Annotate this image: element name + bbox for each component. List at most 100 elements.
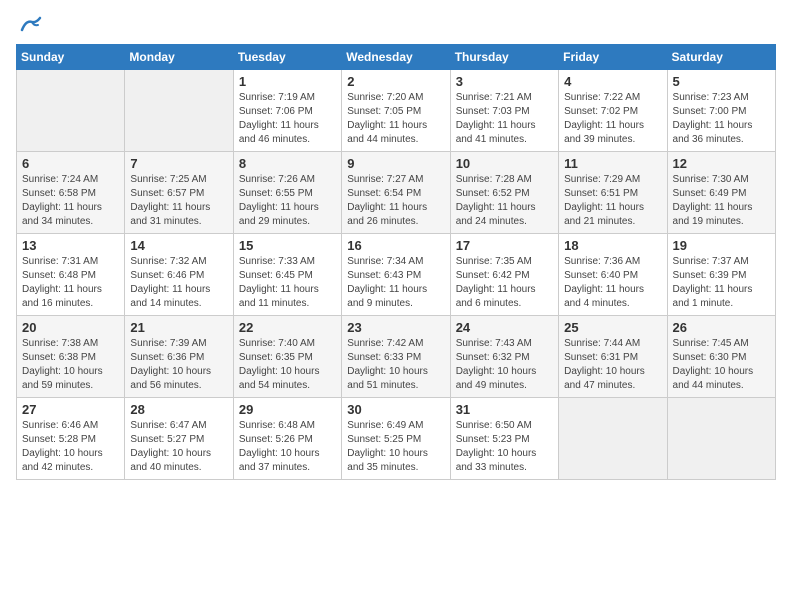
day-info: Sunrise: 7:22 AMSunset: 7:02 PMDaylight:… bbox=[564, 92, 644, 145]
day-info: Sunrise: 7:29 AMSunset: 6:51 PMDaylight:… bbox=[564, 174, 644, 227]
calendar-cell: 27 Sunrise: 6:46 AMSunset: 5:28 PMDayligh… bbox=[17, 398, 125, 480]
calendar-cell: 17 Sunrise: 7:35 AMSunset: 6:42 PMDayligh… bbox=[450, 234, 558, 316]
day-number: 26 bbox=[673, 320, 770, 335]
day-number: 6 bbox=[22, 156, 119, 171]
calendar-cell: 14Sunrise: 7:32 AMSunset: 6:46 PMDayligh… bbox=[125, 234, 233, 316]
calendar-cell: 7 Sunrise: 7:25 AMSunset: 6:57 PMDaylight… bbox=[125, 152, 233, 234]
day-info: Sunrise: 7:31 AMSunset: 6:48 PMDaylight:… bbox=[22, 256, 102, 309]
calendar-cell: 25 Sunrise: 7:44 AMSunset: 6:31 PMDayligh… bbox=[559, 316, 667, 398]
day-number: 16 bbox=[347, 238, 444, 253]
calendar-cell bbox=[125, 70, 233, 152]
calendar-week-row: 6 Sunrise: 7:24 AMSunset: 6:58 PMDaylight… bbox=[17, 152, 776, 234]
calendar-cell: 11 Sunrise: 7:29 AMSunset: 6:51 PMDayligh… bbox=[559, 152, 667, 234]
calendar-cell bbox=[17, 70, 125, 152]
day-info: Sunrise: 7:44 AMSunset: 6:31 PMDaylight:… bbox=[564, 338, 645, 391]
day-number: 20 bbox=[22, 320, 119, 335]
day-number: 24 bbox=[456, 320, 553, 335]
calendar-cell: 22 Sunrise: 7:40 AMSunset: 6:35 PMDayligh… bbox=[233, 316, 341, 398]
day-info: Sunrise: 7:24 AMSunset: 6:58 PMDaylight:… bbox=[22, 174, 102, 227]
calendar-cell: 6 Sunrise: 7:24 AMSunset: 6:58 PMDaylight… bbox=[17, 152, 125, 234]
day-number: 11 bbox=[564, 156, 661, 171]
day-info: Sunrise: 6:47 AMSunset: 5:27 PMDaylight:… bbox=[130, 420, 211, 473]
day-info: Sunrise: 7:27 AMSunset: 6:54 PMDaylight:… bbox=[347, 174, 427, 227]
day-info: Sunrise: 7:26 AMSunset: 6:55 PMDaylight:… bbox=[239, 174, 319, 227]
calendar-cell: 3 Sunrise: 7:21 AMSunset: 7:03 PMDaylight… bbox=[450, 70, 558, 152]
day-header-tuesday: Tuesday bbox=[233, 45, 341, 70]
day-info: Sunrise: 7:40 AMSunset: 6:35 PMDaylight:… bbox=[239, 338, 320, 391]
calendar-table: SundayMondayTuesdayWednesdayThursdayFrid… bbox=[16, 44, 776, 480]
day-info: Sunrise: 7:28 AMSunset: 6:52 PMDaylight:… bbox=[456, 174, 536, 227]
day-info: Sunrise: 7:42 AMSunset: 6:33 PMDaylight:… bbox=[347, 338, 428, 391]
day-number: 22 bbox=[239, 320, 336, 335]
calendar-cell: 29 Sunrise: 6:48 AMSunset: 5:26 PMDayligh… bbox=[233, 398, 341, 480]
day-number: 13 bbox=[22, 238, 119, 253]
calendar-cell: 12Sunrise: 7:30 AMSunset: 6:49 PMDayligh… bbox=[667, 152, 775, 234]
day-header-monday: Monday bbox=[125, 45, 233, 70]
day-number: 1 bbox=[239, 74, 336, 89]
day-number: 15 bbox=[239, 238, 336, 253]
day-number: 25 bbox=[564, 320, 661, 335]
day-number: 9 bbox=[347, 156, 444, 171]
calendar-cell: 24 Sunrise: 7:43 AMSunset: 6:32 PMDayligh… bbox=[450, 316, 558, 398]
day-number: 19 bbox=[673, 238, 770, 253]
day-number: 8 bbox=[239, 156, 336, 171]
calendar-cell bbox=[667, 398, 775, 480]
day-info: Sunrise: 7:25 AMSunset: 6:57 PMDaylight:… bbox=[130, 174, 210, 227]
calendar-cell: 15 Sunrise: 7:33 AMSunset: 6:45 PMDayligh… bbox=[233, 234, 341, 316]
calendar-week-row: 20Sunrise: 7:38 AMSunset: 6:38 PMDayligh… bbox=[17, 316, 776, 398]
calendar-cell: 23Sunrise: 7:42 AMSunset: 6:33 PMDayligh… bbox=[342, 316, 450, 398]
day-info: Sunrise: 7:45 AMSunset: 6:30 PMDaylight:… bbox=[673, 338, 754, 391]
day-info: Sunrise: 6:49 AMSunset: 5:25 PMDaylight:… bbox=[347, 420, 428, 473]
calendar-cell: 26 Sunrise: 7:45 AMSunset: 6:30 PMDayligh… bbox=[667, 316, 775, 398]
calendar-week-row: 13 Sunrise: 7:31 AMSunset: 6:48 PMDayligh… bbox=[17, 234, 776, 316]
day-info: Sunrise: 7:23 AMSunset: 7:00 PMDaylight:… bbox=[673, 92, 753, 145]
day-number: 29 bbox=[239, 402, 336, 417]
day-info: Sunrise: 7:21 AMSunset: 7:03 PMDaylight:… bbox=[456, 92, 536, 145]
day-number: 17 bbox=[456, 238, 553, 253]
day-number: 4 bbox=[564, 74, 661, 89]
day-info: Sunrise: 6:46 AMSunset: 5:28 PMDaylight:… bbox=[22, 420, 103, 473]
day-info: Sunrise: 6:48 AMSunset: 5:26 PMDaylight:… bbox=[239, 420, 320, 473]
day-info: Sunrise: 7:20 AMSunset: 7:05 PMDaylight:… bbox=[347, 92, 427, 145]
calendar-cell: 10Sunrise: 7:28 AMSunset: 6:52 PMDayligh… bbox=[450, 152, 558, 234]
day-info: Sunrise: 7:39 AMSunset: 6:36 PMDaylight:… bbox=[130, 338, 211, 391]
day-number: 3 bbox=[456, 74, 553, 89]
calendar-cell: 4 Sunrise: 7:22 AMSunset: 7:02 PMDaylight… bbox=[559, 70, 667, 152]
day-number: 18 bbox=[564, 238, 661, 253]
calendar-cell: 5Sunrise: 7:23 AMSunset: 7:00 PMDaylight… bbox=[667, 70, 775, 152]
day-info: Sunrise: 7:35 AMSunset: 6:42 PMDaylight:… bbox=[456, 256, 536, 309]
calendar-week-row: 1 Sunrise: 7:19 AMSunset: 7:06 PMDaylight… bbox=[17, 70, 776, 152]
day-number: 21 bbox=[130, 320, 227, 335]
calendar-cell bbox=[559, 398, 667, 480]
day-header-friday: Friday bbox=[559, 45, 667, 70]
day-number: 28 bbox=[130, 402, 227, 417]
calendar-cell: 31Sunrise: 6:50 AMSunset: 5:23 PMDayligh… bbox=[450, 398, 558, 480]
day-info: Sunrise: 7:19 AMSunset: 7:06 PMDaylight:… bbox=[239, 92, 319, 145]
day-number: 31 bbox=[456, 402, 553, 417]
calendar-header-row: SundayMondayTuesdayWednesdayThursdayFrid… bbox=[17, 45, 776, 70]
day-number: 27 bbox=[22, 402, 119, 417]
day-info: Sunrise: 7:36 AMSunset: 6:40 PMDaylight:… bbox=[564, 256, 644, 309]
calendar-cell: 1 Sunrise: 7:19 AMSunset: 7:06 PMDaylight… bbox=[233, 70, 341, 152]
page-header bbox=[16, 16, 776, 34]
day-number: 30 bbox=[347, 402, 444, 417]
calendar-cell: 19 Sunrise: 7:37 AMSunset: 6:39 PMDayligh… bbox=[667, 234, 775, 316]
day-number: 7 bbox=[130, 156, 227, 171]
day-info: Sunrise: 7:33 AMSunset: 6:45 PMDaylight:… bbox=[239, 256, 319, 309]
day-info: Sunrise: 7:34 AMSunset: 6:43 PMDaylight:… bbox=[347, 256, 427, 309]
day-number: 2 bbox=[347, 74, 444, 89]
calendar-week-row: 27 Sunrise: 6:46 AMSunset: 5:28 PMDayligh… bbox=[17, 398, 776, 480]
day-number: 14 bbox=[130, 238, 227, 253]
calendar-cell: 30 Sunrise: 6:49 AMSunset: 5:25 PMDayligh… bbox=[342, 398, 450, 480]
day-info: Sunrise: 7:37 AMSunset: 6:39 PMDaylight:… bbox=[673, 256, 753, 309]
calendar-cell: 2 Sunrise: 7:20 AMSunset: 7:05 PMDaylight… bbox=[342, 70, 450, 152]
calendar-cell: 9 Sunrise: 7:27 AMSunset: 6:54 PMDaylight… bbox=[342, 152, 450, 234]
day-header-saturday: Saturday bbox=[667, 45, 775, 70]
day-header-wednesday: Wednesday bbox=[342, 45, 450, 70]
calendar-cell: 13 Sunrise: 7:31 AMSunset: 6:48 PMDayligh… bbox=[17, 234, 125, 316]
calendar-cell: 18 Sunrise: 7:36 AMSunset: 6:40 PMDayligh… bbox=[559, 234, 667, 316]
logo-bird-icon bbox=[20, 16, 42, 34]
day-number: 12 bbox=[673, 156, 770, 171]
day-info: Sunrise: 7:43 AMSunset: 6:32 PMDaylight:… bbox=[456, 338, 537, 391]
calendar-cell: 8 Sunrise: 7:26 AMSunset: 6:55 PMDaylight… bbox=[233, 152, 341, 234]
